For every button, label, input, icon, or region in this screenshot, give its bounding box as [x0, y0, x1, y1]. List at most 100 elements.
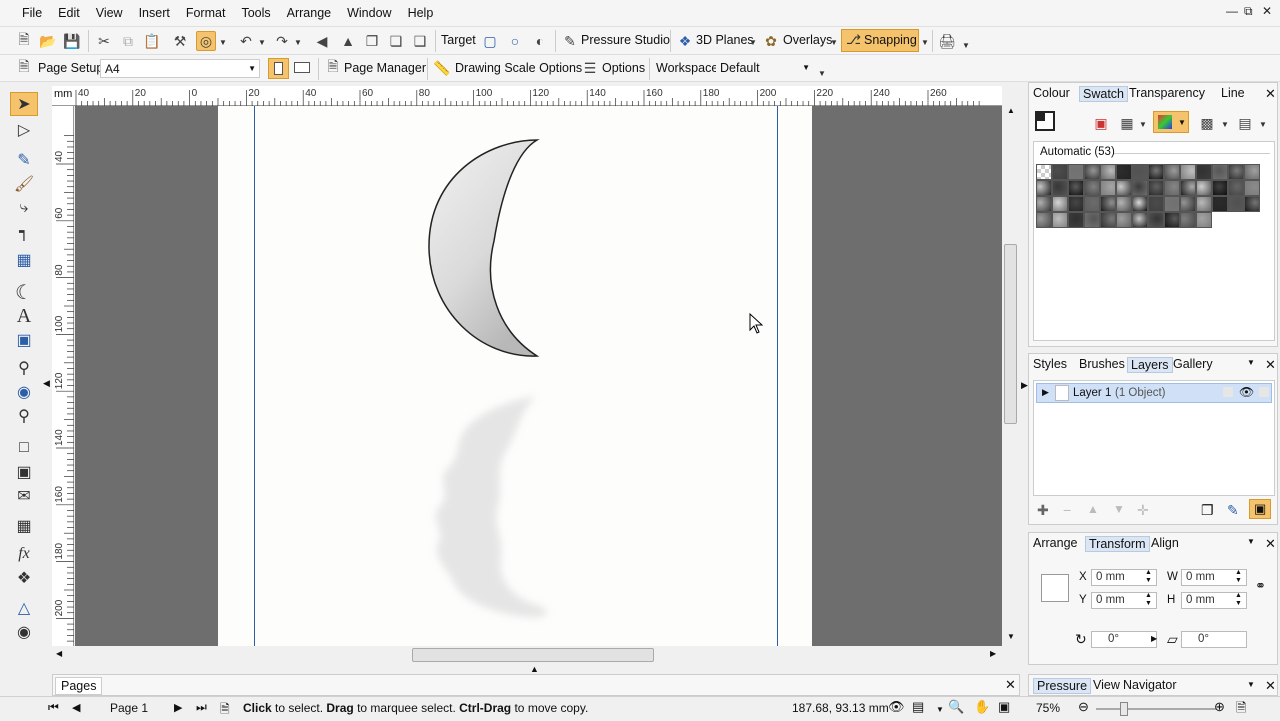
- connector-tool-icon[interactable]: ┑: [10, 220, 38, 244]
- vertical-scrollbar[interactable]: ▲ ▼: [1002, 106, 1019, 646]
- chevron-down-icon[interactable]: ▼: [749, 38, 757, 47]
- scrollbar-thumb[interactable]: [1004, 244, 1017, 424]
- swatch-cell[interactable]: [1132, 164, 1148, 180]
- fill-tool-icon[interactable]: ▦: [10, 248, 38, 272]
- rotate-field[interactable]: 0°: [1091, 631, 1157, 648]
- 3d-tool-icon[interactable]: ❖: [10, 566, 38, 590]
- pencil-tool-icon[interactable]: ✎: [10, 148, 38, 172]
- swatch-cell[interactable]: [1180, 212, 1196, 228]
- swatch-cell[interactable]: [1068, 180, 1084, 196]
- target-half-icon[interactable]: ◐: [530, 31, 550, 51]
- lock-icon[interactable]: [1223, 387, 1233, 397]
- options-button[interactable]: Options: [602, 61, 645, 75]
- gradient-palette-button[interactable]: ▼: [1153, 111, 1189, 133]
- landscape-icon[interactable]: [294, 62, 310, 73]
- align-icon[interactable]: ❑: [410, 31, 430, 51]
- menu-edit[interactable]: Edit: [50, 0, 88, 27]
- pattern-icon[interactable]: ▩: [1197, 113, 1217, 133]
- colour-tab-line[interactable]: Line: [1221, 86, 1245, 100]
- pressure-studio-icon[interactable]: ✎: [560, 31, 580, 51]
- drawing-canvas[interactable]: [75, 106, 1002, 646]
- swatch-cell[interactable]: [1180, 196, 1196, 212]
- node-tool-icon[interactable]: ▷: [10, 118, 38, 142]
- cut-icon[interactable]: ✂: [94, 31, 114, 51]
- close-icon[interactable]: ✕: [1265, 678, 1276, 694]
- merge-layer-icon[interactable]: ✛: [1137, 502, 1149, 519]
- swatch-cell[interactable]: [1068, 164, 1084, 180]
- shape-tool-icon[interactable]: ☾: [10, 280, 38, 304]
- swatch-cell[interactable]: [1116, 196, 1132, 212]
- expand-pages-icon[interactable]: ▲: [530, 664, 539, 674]
- minimize-icon[interactable]: —: [1226, 4, 1238, 18]
- camera-tool-icon[interactable]: ◉: [10, 620, 38, 644]
- swatch-cell[interactable]: [1228, 196, 1244, 212]
- chevron-down-icon[interactable]: ▼: [830, 38, 838, 47]
- swatch-cell[interactable]: [1244, 196, 1260, 212]
- swatch-cell[interactable]: [1052, 180, 1068, 196]
- layers-tab-gallery[interactable]: Gallery: [1173, 357, 1213, 371]
- h-stepper-icon[interactable]: ▲ ▼: [1235, 592, 1242, 608]
- moon-shape[interactable]: [218, 106, 812, 646]
- swatch-cell[interactable]: [1196, 180, 1212, 196]
- page-size-select[interactable]: A4 ▼: [100, 59, 260, 78]
- swatch-cell[interactable]: [1164, 164, 1180, 180]
- chevron-down-icon[interactable]: ▼: [294, 38, 302, 47]
- swatch-cell[interactable]: [1052, 212, 1068, 228]
- swatch-cell[interactable]: [1132, 212, 1148, 228]
- swatch-cell[interactable]: [1244, 180, 1260, 196]
- close-icon[interactable]: ✕: [1262, 4, 1272, 18]
- fx-tool-icon[interactable]: fx: [10, 542, 38, 566]
- add-layer-icon[interactable]: ✚: [1037, 502, 1049, 519]
- close-icon[interactable]: ✕: [1265, 86, 1276, 102]
- skew-icon[interactable]: ▱: [1167, 631, 1178, 648]
- move-down-icon[interactable]: ▼: [1113, 502, 1125, 516]
- chevron-down-icon[interactable]: ▼: [818, 69, 826, 78]
- group-icon[interactable]: ❐: [362, 31, 382, 51]
- scroll-left-icon[interactable]: ◀: [56, 649, 62, 658]
- nav-tab-navigator[interactable]: Navigator: [1123, 678, 1177, 692]
- chevron-down-icon[interactable]: ▼: [1247, 680, 1255, 689]
- 3d-planes-icon[interactable]: ❖: [675, 31, 695, 51]
- perspective-tool-icon[interactable]: △: [10, 596, 38, 620]
- menu-format[interactable]: Format: [178, 0, 234, 27]
- print-icon[interactable]: 🖨: [937, 31, 957, 51]
- swatch-cell[interactable]: [1036, 164, 1052, 180]
- swatch-cell[interactable]: [1116, 164, 1132, 180]
- swatch-cell[interactable]: [1196, 212, 1212, 228]
- lock-aspect-icon[interactable]: ⚭: [1255, 578, 1266, 594]
- transparency-tool-icon[interactable]: ⚲: [10, 404, 38, 428]
- snapping-button[interactable]: ⎇ Snapping: [841, 29, 919, 52]
- chevron-down-icon[interactable]: ▼: [936, 705, 944, 714]
- portrait-button[interactable]: [268, 58, 289, 79]
- menu-help[interactable]: Help: [400, 0, 442, 27]
- chevron-down-icon[interactable]: ▼: [219, 38, 227, 47]
- drawing-scale-icon[interactable]: 📏: [432, 58, 452, 78]
- last-page-icon[interactable]: ⏭: [196, 700, 207, 715]
- swatch-cell[interactable]: [1148, 164, 1164, 180]
- menu-file[interactable]: File: [14, 0, 50, 27]
- swatch-cell[interactable]: [1068, 212, 1084, 228]
- chevron-down-icon[interactable]: ▼: [1139, 120, 1147, 129]
- swatch-cell[interactable]: [1100, 164, 1116, 180]
- swatch-cell[interactable]: [1212, 180, 1228, 196]
- collapse-left-icon[interactable]: ◀: [43, 378, 50, 389]
- swatch-cell[interactable]: [1100, 212, 1116, 228]
- swatch-cell[interactable]: [1036, 196, 1052, 212]
- scrollbar-thumb[interactable]: [412, 648, 654, 662]
- menu-arrange[interactable]: Arrange: [279, 0, 339, 27]
- close-icon[interactable]: ✕: [1265, 357, 1276, 373]
- pan-hand-icon[interactable]: ✋: [974, 699, 990, 715]
- chevron-down-icon[interactable]: ▼: [258, 38, 266, 47]
- layer-row[interactable]: ▶ Layer 1 (1 Object) 👁: [1036, 383, 1272, 403]
- zoom-out-icon[interactable]: ⊖: [1078, 699, 1089, 715]
- swatch-cell[interactable]: [1132, 196, 1148, 212]
- swatch-cell[interactable]: [1244, 164, 1260, 180]
- swatch-cell[interactable]: [1068, 196, 1084, 212]
- zoom-in-icon[interactable]: ⊕: [1214, 699, 1225, 715]
- flip-vertical-icon[interactable]: ▲: [338, 31, 358, 51]
- close-icon[interactable]: ✕: [1005, 677, 1016, 693]
- swatch-cell[interactable]: [1036, 180, 1052, 196]
- view-quality-icon[interactable]: 👁: [888, 699, 905, 715]
- swatch-cell[interactable]: [1164, 212, 1180, 228]
- undo-icon[interactable]: ↶: [236, 31, 256, 51]
